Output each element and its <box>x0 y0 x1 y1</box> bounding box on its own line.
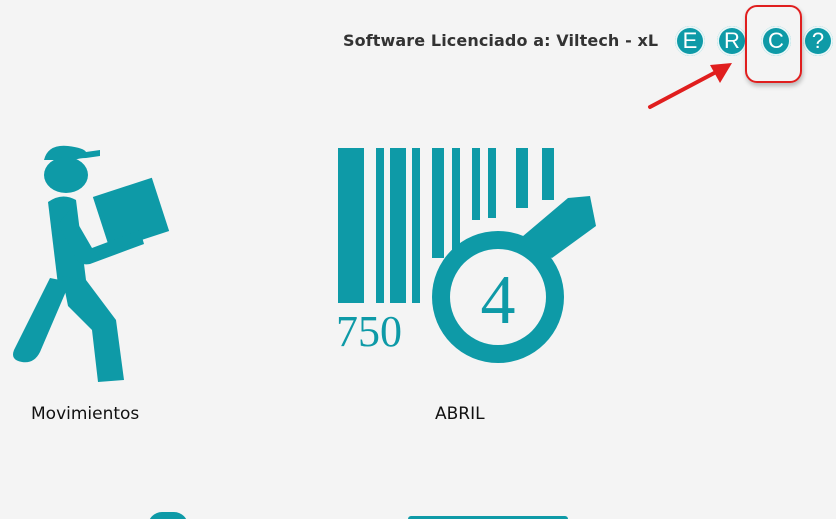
red-arrow-annotation <box>648 63 732 109</box>
help-button[interactable]: ? <box>803 26 833 56</box>
bottom-tile-icon-left[interactable] <box>148 512 188 519</box>
barcode-number: 750 <box>336 307 402 356</box>
main-screen: Software Licenciado a: Viltech - xL E R … <box>0 0 836 519</box>
abril-label: ABRIL <box>435 404 485 424</box>
movimientos-tile[interactable]: Movimientos <box>0 130 190 430</box>
license-text: Software Licenciado a: Viltech - xL <box>343 31 659 50</box>
abril-tile[interactable]: 4 750 ABRIL <box>320 130 610 430</box>
movimientos-label: Movimientos <box>31 404 140 424</box>
r-button[interactable]: R <box>717 26 747 56</box>
tag-digit: 4 <box>481 262 516 339</box>
barcode-tag-icon: 4 750 <box>336 148 596 363</box>
e-button[interactable]: E <box>675 26 705 56</box>
c-button[interactable]: C <box>761 26 791 56</box>
worker-carrying-box-icon <box>13 145 170 382</box>
